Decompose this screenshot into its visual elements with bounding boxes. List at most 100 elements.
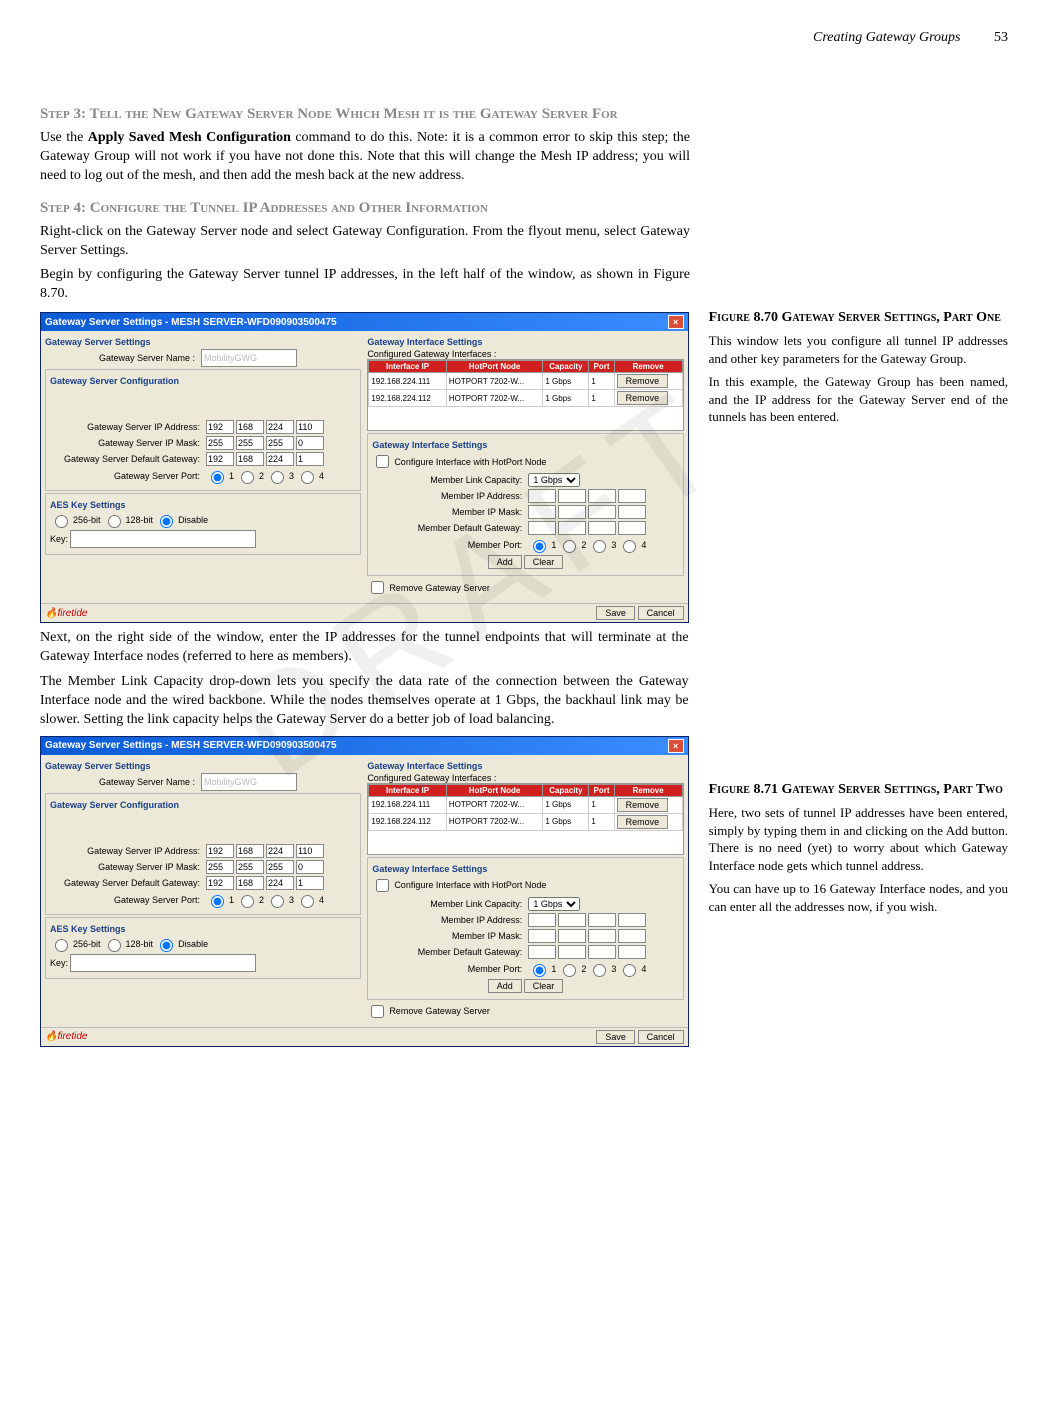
ip-2[interactable] [236, 420, 264, 434]
mgw-3[interactable] [588, 521, 616, 535]
cancel-button[interactable]: Cancel [638, 1030, 684, 1044]
ip-4[interactable] [296, 420, 324, 434]
gateway-name-input[interactable] [201, 773, 297, 791]
mask-4[interactable] [296, 436, 324, 450]
ip-2[interactable] [236, 844, 264, 858]
mgw-1[interactable] [528, 521, 556, 535]
remove-button[interactable]: Remove [617, 374, 669, 388]
mask-1[interactable] [206, 860, 234, 874]
port-2[interactable] [241, 895, 254, 908]
save-button[interactable]: Save [596, 1030, 635, 1044]
gw-3[interactable] [266, 452, 294, 466]
cancel-button[interactable]: Cancel [638, 606, 684, 620]
link-capacity-select[interactable]: 1 Gbps [528, 473, 580, 487]
mgw-4[interactable] [618, 521, 646, 535]
mport-1[interactable] [533, 540, 546, 553]
key-input[interactable] [70, 954, 256, 972]
gw-3[interactable] [266, 876, 294, 890]
gateway-name-input[interactable] [201, 349, 297, 367]
mask-3[interactable] [266, 436, 294, 450]
mip-1[interactable] [528, 913, 556, 927]
mask-2[interactable] [236, 436, 264, 450]
mport-3[interactable] [593, 964, 606, 977]
mmask-4[interactable] [618, 929, 646, 943]
mport-3[interactable] [593, 540, 606, 553]
mip-4[interactable] [618, 913, 646, 927]
mmask-3[interactable] [588, 929, 616, 943]
port-1[interactable] [211, 471, 224, 484]
aes-disable[interactable] [160, 939, 173, 952]
mmask-1[interactable] [528, 505, 556, 519]
remove-button[interactable]: Remove [617, 798, 669, 812]
add-button[interactable]: Add [488, 555, 522, 569]
ip-4[interactable] [296, 844, 324, 858]
cfg-hotport-check[interactable] [376, 455, 389, 468]
gw-1[interactable] [206, 452, 234, 466]
aes-256[interactable] [55, 515, 68, 528]
mmask-4[interactable] [618, 505, 646, 519]
remove-gs-check[interactable] [371, 581, 384, 594]
gw-2[interactable] [236, 452, 264, 466]
gw-1[interactable] [206, 876, 234, 890]
mgw-2[interactable] [558, 945, 586, 959]
port-2[interactable] [241, 471, 254, 484]
mip-2[interactable] [558, 913, 586, 927]
mask-3[interactable] [266, 860, 294, 874]
mip-3[interactable] [588, 489, 616, 503]
close-icon[interactable]: × [668, 739, 684, 753]
mip-3[interactable] [588, 913, 616, 927]
mip-4[interactable] [618, 489, 646, 503]
remove-gs-check[interactable] [371, 1005, 384, 1018]
titlebar: Gateway Server Settings - MESH SERVER-WF… [41, 313, 688, 331]
mmask-3[interactable] [588, 505, 616, 519]
link-capacity-select[interactable]: 1 Gbps [528, 897, 580, 911]
clear-button[interactable]: Clear [524, 979, 564, 993]
mask-2[interactable] [236, 860, 264, 874]
mport-2[interactable] [563, 540, 576, 553]
mmask-2[interactable] [558, 505, 586, 519]
table-row[interactable]: 192.168.224.111HOTPORT 7202-W...1 Gbps1R… [369, 796, 682, 813]
mask-4[interactable] [296, 860, 324, 874]
ip-3[interactable] [266, 844, 294, 858]
port-3[interactable] [271, 471, 284, 484]
mport-2[interactable] [563, 964, 576, 977]
port-4[interactable] [301, 895, 314, 908]
mmask-1[interactable] [528, 929, 556, 943]
remove-button[interactable]: Remove [617, 815, 669, 829]
aes-256[interactable] [55, 939, 68, 952]
mask-1[interactable] [206, 436, 234, 450]
add-button[interactable]: Add [488, 979, 522, 993]
aes-128[interactable] [108, 939, 121, 952]
mport-1[interactable] [533, 964, 546, 977]
mport-4[interactable] [623, 540, 636, 553]
table-row[interactable]: 192.168.224.112HOTPORT 7202-W...1 Gbps1R… [369, 390, 682, 407]
mlc-label: Member Link Capacity: [372, 475, 522, 485]
cfg-hotport-check[interactable] [376, 879, 389, 892]
clear-button[interactable]: Clear [524, 555, 564, 569]
gw-2[interactable] [236, 876, 264, 890]
key-input[interactable] [70, 530, 256, 548]
port-1[interactable] [211, 895, 224, 908]
gw-4[interactable] [296, 452, 324, 466]
mport-4[interactable] [623, 964, 636, 977]
save-button[interactable]: Save [596, 606, 635, 620]
mgw-1[interactable] [528, 945, 556, 959]
gw-4[interactable] [296, 876, 324, 890]
aes-disable[interactable] [160, 515, 173, 528]
ip-1[interactable] [206, 420, 234, 434]
port-4[interactable] [301, 471, 314, 484]
mgw-2[interactable] [558, 521, 586, 535]
mmask-2[interactable] [558, 929, 586, 943]
ip-3[interactable] [266, 420, 294, 434]
remove-button[interactable]: Remove [617, 391, 669, 405]
port-3[interactable] [271, 895, 284, 908]
mgw-3[interactable] [588, 945, 616, 959]
mgw-4[interactable] [618, 945, 646, 959]
ip-1[interactable] [206, 844, 234, 858]
close-icon[interactable]: × [668, 315, 684, 329]
table-row[interactable]: 192.168.224.111HOTPORT 7202-W...1 Gbps1R… [369, 373, 682, 390]
mip-1[interactable] [528, 489, 556, 503]
aes-128[interactable] [108, 515, 121, 528]
mip-2[interactable] [558, 489, 586, 503]
table-row[interactable]: 192.168.224.112HOTPORT 7202-W...1 Gbps1R… [369, 813, 682, 830]
